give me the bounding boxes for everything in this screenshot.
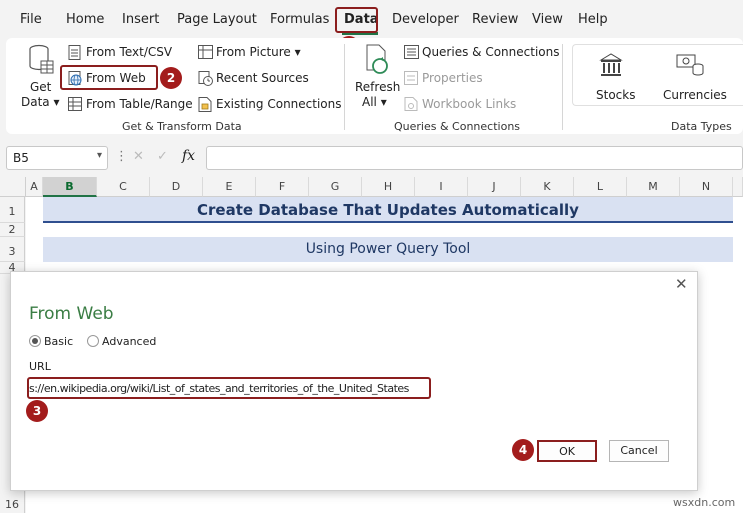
workbook-links-button[interactable]: Workbook Links [422, 97, 516, 111]
radio-advanced[interactable] [87, 335, 99, 347]
stocks-button[interactable]: Stocks [596, 88, 635, 102]
url-input-value: s://en.wikipedia.org/wiki/List_of_states… [29, 382, 409, 395]
ribbon-divider-2 [562, 44, 563, 130]
menu-developer[interactable]: Developer [392, 12, 459, 27]
stocks-icon [599, 52, 623, 78]
from-table-range-button[interactable]: From Table/Range [86, 97, 193, 111]
url-label: URL [29, 360, 51, 373]
refresh-icon [364, 44, 392, 76]
highlight-from-web [60, 65, 158, 90]
radio-basic[interactable] [29, 335, 41, 347]
radio-advanced-label[interactable]: Advanced [102, 335, 156, 348]
from-picture-button[interactable]: From Picture ▾ [216, 45, 301, 59]
callout-4: 4 [512, 439, 534, 461]
column-header-g[interactable]: G [309, 177, 362, 197]
row-header-16[interactable]: 16 [0, 491, 25, 513]
text-file-icon [68, 45, 82, 60]
picture-icon [198, 45, 213, 59]
refresh-all-label[interactable]: Refresh [355, 80, 400, 94]
menu-home[interactable]: Home [66, 12, 104, 27]
watermark: wsxdn.com [673, 496, 736, 509]
menu-help[interactable]: Help [578, 12, 608, 27]
cancel-button[interactable]: Cancel [609, 440, 669, 462]
menu-page-layout[interactable]: Page Layout [177, 12, 257, 27]
database-icon [28, 44, 54, 74]
name-box[interactable]: B5 ▾ [6, 146, 108, 170]
menu-insert[interactable]: Insert [122, 12, 159, 27]
row-header-1[interactable]: 1 [0, 197, 25, 223]
column-header-d[interactable]: D [150, 177, 203, 197]
column-header-m[interactable]: M [627, 177, 680, 197]
enter-icon[interactable]: ✓ [157, 149, 168, 164]
recent-sources-icon [198, 71, 213, 86]
get-data-label-2[interactable]: Data ▾ [21, 95, 60, 109]
column-header-f[interactable]: F [256, 177, 309, 197]
column-header-n[interactable]: N [680, 177, 733, 197]
recent-sources-button[interactable]: Recent Sources [216, 71, 309, 85]
callout-2: 2 [160, 67, 182, 89]
highlight-data-tab [335, 7, 378, 33]
sheet-title: Create Database That Updates Automatical… [43, 197, 733, 223]
menu-view[interactable]: View [532, 12, 563, 27]
column-header-b[interactable]: B [43, 177, 97, 197]
column-header-o[interactable] [733, 177, 743, 197]
menu-file[interactable]: File [20, 12, 42, 27]
queries-icon [404, 45, 419, 59]
dialog-title: From Web [29, 304, 114, 324]
group-data-types-label: Data Types [671, 120, 732, 133]
name-box-value: B5 [13, 151, 29, 165]
menu-formulas[interactable]: Formulas [270, 12, 329, 27]
column-header-k[interactable]: K [521, 177, 574, 197]
existing-connections-button[interactable]: Existing Connections [216, 97, 342, 111]
ribbon-divider [344, 44, 345, 130]
insert-function-icon[interactable]: fx [182, 148, 195, 164]
menu-review[interactable]: Review [472, 12, 518, 27]
queries-connections-button[interactable]: Queries & Connections [422, 45, 559, 59]
column-header-i[interactable]: I [415, 177, 468, 197]
currencies-button[interactable]: Currencies [663, 88, 727, 102]
properties-icon [404, 71, 418, 85]
formula-input[interactable] [206, 146, 743, 170]
more-options-icon[interactable]: ⋮ [115, 149, 128, 164]
column-header-l[interactable]: L [574, 177, 627, 197]
column-header-a[interactable]: A [26, 177, 43, 197]
chevron-down-icon[interactable]: ▾ [97, 150, 102, 161]
row-header-2[interactable]: 2 [0, 223, 25, 237]
ok-button[interactable]: OK [537, 440, 597, 462]
get-data-label[interactable]: Get [30, 80, 51, 94]
group-queries-label: Queries & Connections [394, 120, 521, 133]
column-header-e[interactable]: E [203, 177, 256, 197]
from-web-dialog: From Web ✕ Basic Advanced URL s://en.wik… [10, 271, 698, 491]
column-header-c[interactable]: C [97, 177, 150, 197]
currencies-icon [676, 52, 706, 78]
url-input[interactable]: s://en.wikipedia.org/wiki/List_of_states… [27, 377, 431, 399]
select-all-corner[interactable] [0, 177, 26, 197]
refresh-all-label-2[interactable]: All ▾ [362, 95, 387, 109]
column-header-j[interactable]: J [468, 177, 521, 197]
table-icon [68, 97, 82, 111]
row-header-3[interactable]: 3 [0, 237, 25, 262]
existing-connections-icon [198, 97, 213, 112]
radio-basic-label[interactable]: Basic [44, 335, 73, 348]
properties-button[interactable]: Properties [422, 71, 483, 85]
from-text-csv-button[interactable]: From Text/CSV [86, 45, 172, 59]
workbook-links-icon [404, 97, 418, 111]
cancel-icon[interactable]: ✕ [133, 149, 144, 164]
sheet-subtitle: Using Power Query Tool [43, 237, 733, 262]
column-header-h[interactable]: H [362, 177, 415, 197]
group-get-transform-label: Get & Transform Data [122, 120, 242, 133]
close-icon[interactable]: ✕ [675, 275, 688, 293]
callout-3: 3 [26, 400, 48, 422]
radio-selected-dot [32, 338, 38, 344]
